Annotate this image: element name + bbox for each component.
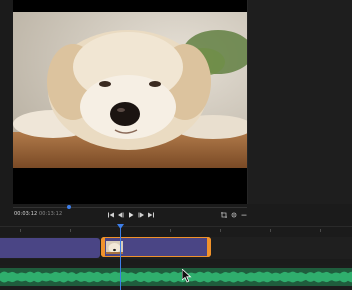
timecode: 00:03:12 00:13:12: [14, 211, 62, 217]
ruler-tick: [170, 229, 171, 232]
current-time: 00:03: [14, 211, 29, 217]
selected-video-clip[interactable]: [101, 237, 211, 257]
duration: 00:13:12: [38, 211, 63, 217]
current-frames: :12: [28, 211, 38, 217]
step-forward-icon[interactable]: [138, 212, 144, 218]
scrub-track[interactable]: [13, 207, 247, 208]
waveform-shape: [0, 271, 352, 283]
ruler-tick: [20, 229, 21, 232]
skip-end-icon[interactable]: [148, 212, 154, 218]
ruler-tick: [320, 229, 321, 232]
ruler-tick: [70, 229, 71, 232]
scrub-handle[interactable]: [67, 205, 71, 209]
video-track: [0, 237, 352, 259]
ruler-tick: [220, 229, 221, 232]
transport-bar: 00:03:12 00:13:12: [0, 204, 352, 226]
playhead-line[interactable]: [120, 226, 121, 290]
more-icon[interactable]: [241, 212, 247, 218]
mouse-cursor-icon: [181, 268, 192, 287]
video-clip[interactable]: [0, 238, 100, 258]
audio-waveform: [0, 271, 352, 283]
video-preview[interactable]: [13, 0, 247, 204]
trim-handle-left[interactable]: [101, 237, 105, 257]
timeline-ruler[interactable]: [0, 226, 352, 237]
settings-icon[interactable]: [231, 212, 237, 218]
ruler-tick: [270, 229, 271, 232]
right-side-panel: [247, 0, 352, 210]
trim-handle-right[interactable]: [207, 237, 211, 257]
preview-frame-image: [13, 12, 247, 168]
play-icon[interactable]: [128, 212, 134, 218]
step-back-icon[interactable]: [118, 212, 124, 218]
audio-track: [0, 265, 352, 290]
audio-clip[interactable]: [0, 268, 352, 286]
skip-start-icon[interactable]: [108, 212, 114, 218]
crop-icon[interactable]: [221, 212, 227, 218]
